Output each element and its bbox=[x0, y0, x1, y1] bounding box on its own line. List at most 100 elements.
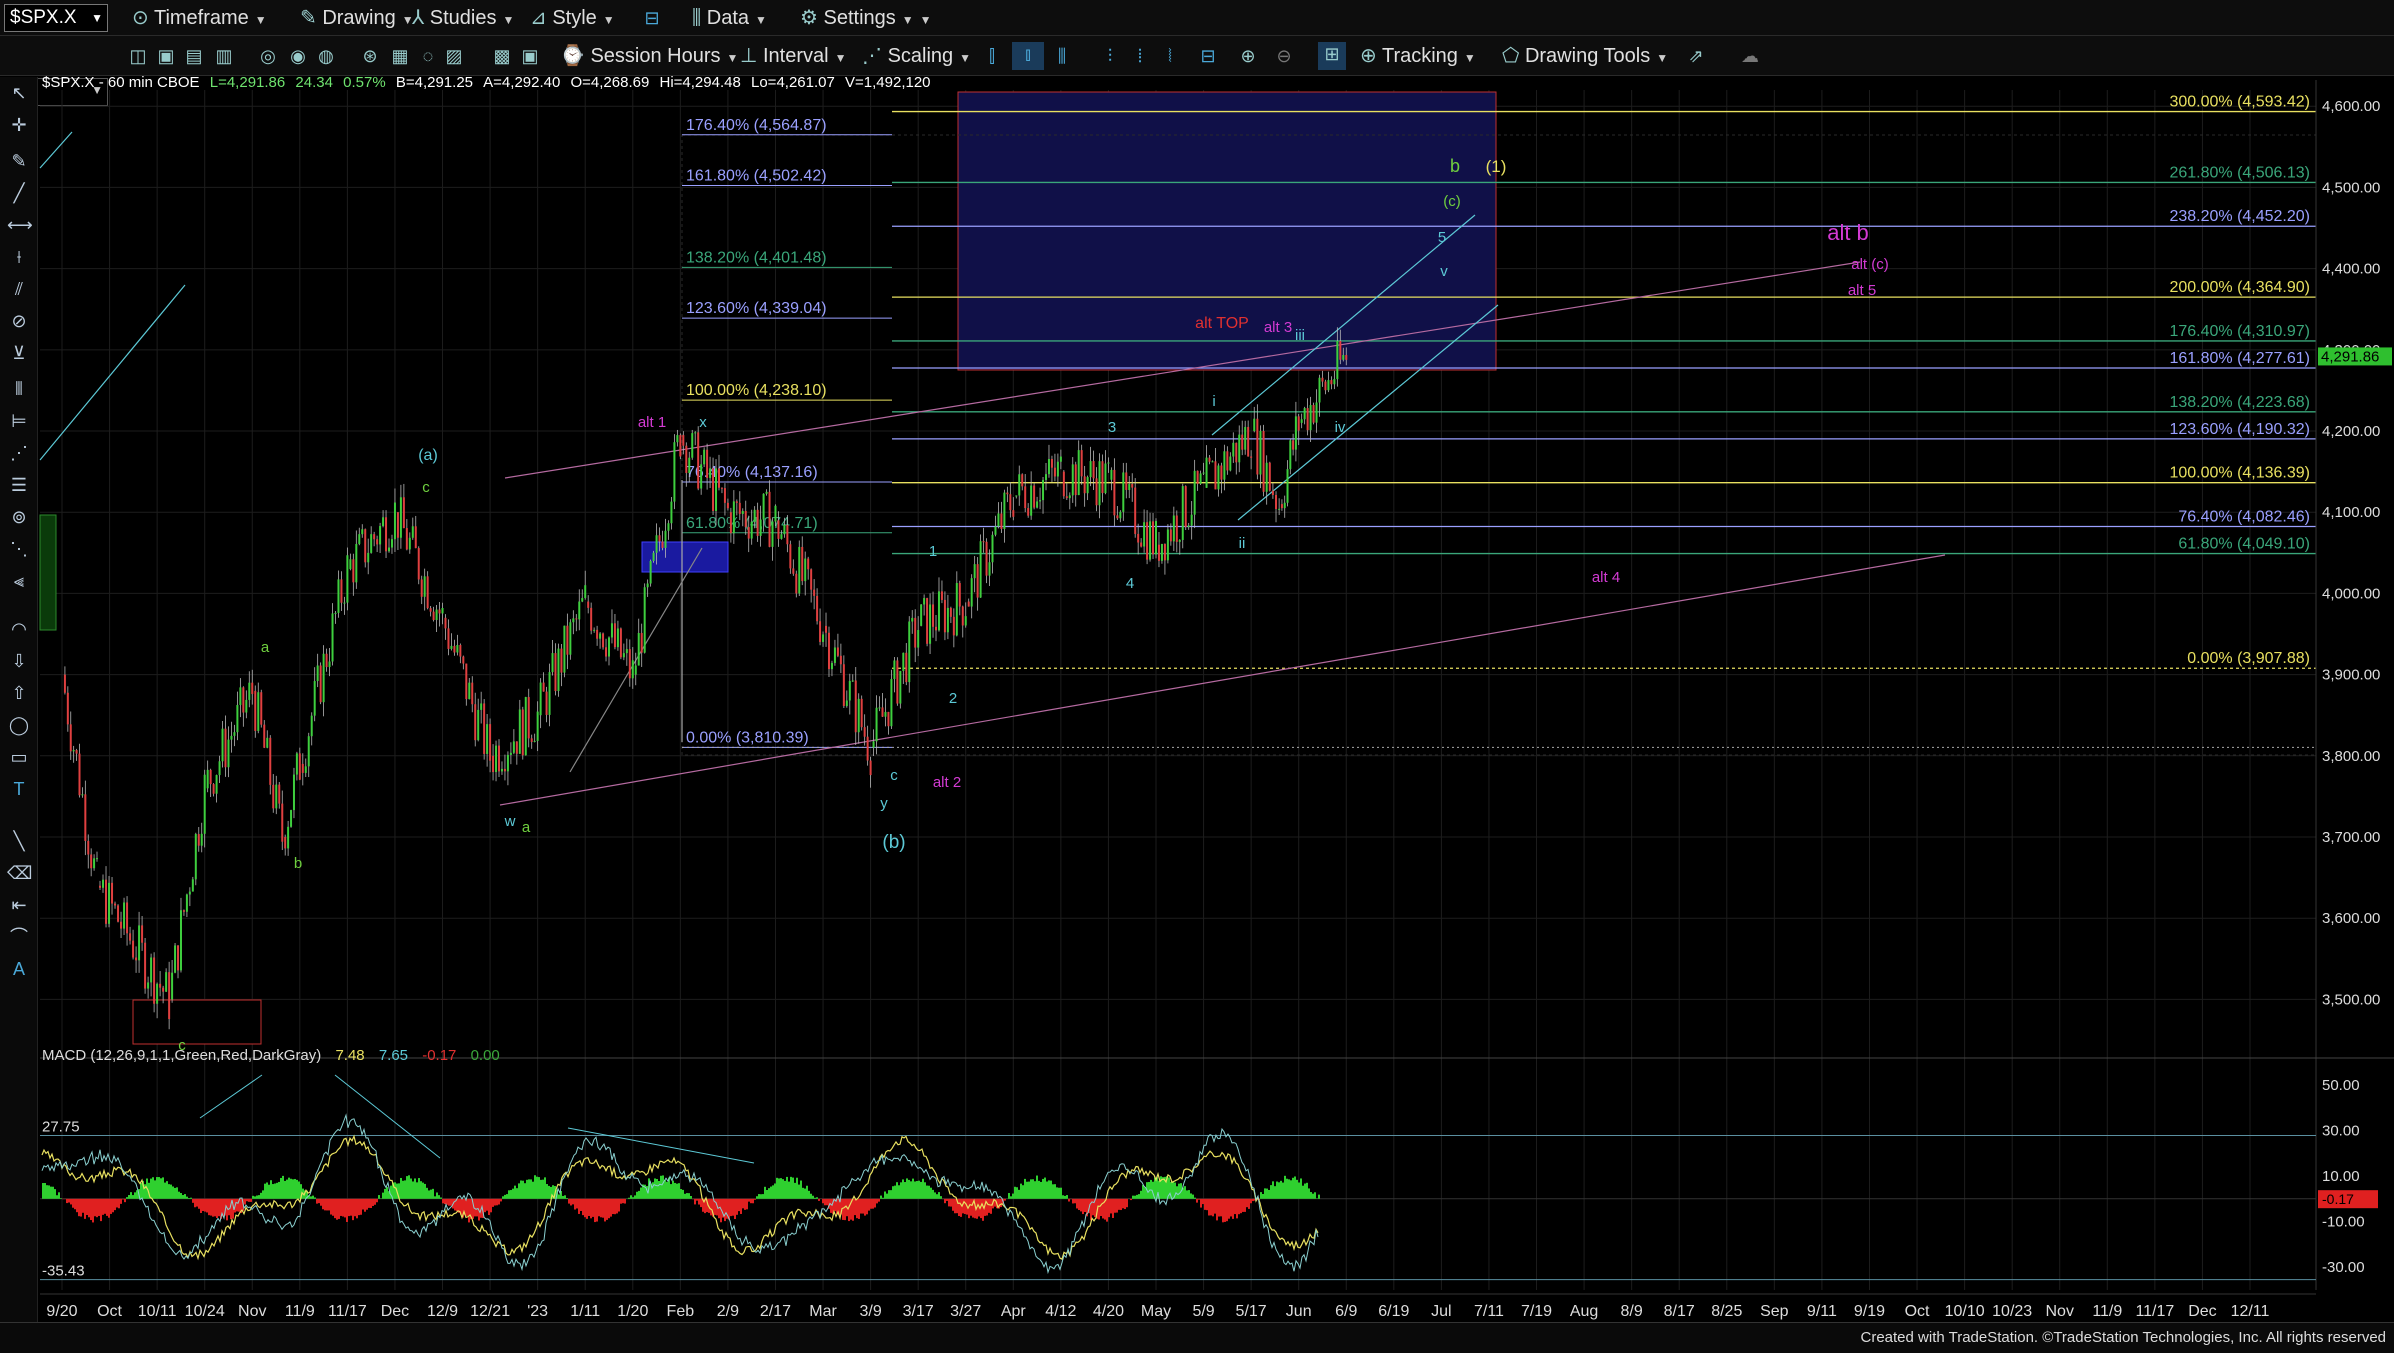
macd-hist-bar bbox=[1120, 1198, 1122, 1211]
candle-body bbox=[215, 775, 218, 794]
candle-body bbox=[99, 885, 102, 888]
date-tick-label: 3/9 bbox=[859, 1303, 881, 1320]
candle-body bbox=[854, 680, 857, 733]
left-channel-top bbox=[39, 131, 73, 169]
candle-body bbox=[1229, 456, 1232, 471]
macd-hist-bar bbox=[54, 1189, 56, 1199]
candle-body bbox=[1143, 522, 1146, 547]
candle-body bbox=[284, 837, 287, 849]
macd-hist-bar bbox=[188, 1198, 190, 1199]
candle-body bbox=[878, 707, 881, 709]
macd-hist-bar bbox=[318, 1198, 320, 1204]
macd-hist-bar bbox=[694, 1198, 696, 1205]
macd-hist-bar bbox=[534, 1175, 536, 1199]
macd-hist-bar bbox=[592, 1198, 594, 1217]
macd-hist-bar bbox=[1214, 1198, 1216, 1214]
candle-body bbox=[328, 661, 331, 668]
candle-body bbox=[123, 902, 126, 929]
candle-body bbox=[738, 502, 741, 514]
candle-body bbox=[1074, 464, 1077, 496]
candle-body bbox=[87, 840, 90, 855]
candle-body bbox=[935, 626, 938, 631]
macd-hist-bar bbox=[440, 1197, 442, 1199]
candle-body bbox=[78, 753, 81, 796]
candle-body bbox=[780, 534, 783, 539]
candle-body bbox=[1027, 508, 1030, 516]
candle-body bbox=[438, 609, 441, 614]
macd-hist-bar bbox=[490, 1198, 492, 1213]
macd-hist-bar bbox=[872, 1198, 874, 1209]
candle-body bbox=[1086, 477, 1089, 494]
candle-body bbox=[688, 457, 691, 473]
macd-hist-bar bbox=[930, 1187, 932, 1199]
macd-hist-bar bbox=[518, 1183, 520, 1199]
macd-hist-bar bbox=[284, 1180, 286, 1199]
candle-body bbox=[1116, 515, 1119, 519]
macd-hist-bar bbox=[1224, 1198, 1226, 1222]
macd-hist-bar bbox=[874, 1198, 876, 1208]
candle-body bbox=[932, 604, 935, 627]
macd-hist-bar bbox=[1016, 1187, 1018, 1199]
candle-body bbox=[420, 579, 423, 597]
candle-body bbox=[1012, 510, 1015, 517]
candle-body bbox=[694, 432, 697, 434]
candle-body bbox=[1294, 416, 1297, 450]
price-chart[interactable]: 176.40% (4,564.87) 161.80% (4,502.42) 138.… bbox=[0, 0, 2394, 1322]
price-axis: 4,600.004,500.004,400.004,300.004,200.00… bbox=[2315, 80, 2392, 1290]
macd-hist-bar bbox=[1040, 1181, 1042, 1199]
candle-body bbox=[1321, 377, 1324, 382]
candle-body bbox=[480, 703, 483, 710]
date-axis: 9/20 Oct 10/11 10/24 Nov 11/9 11/17 Dec 12/9 12/2… bbox=[40, 1293, 2316, 1320]
macd-hist-bar bbox=[814, 1197, 816, 1199]
candle-body bbox=[1309, 405, 1312, 431]
candle-body bbox=[869, 760, 872, 776]
macd-hist-bar bbox=[584, 1198, 586, 1218]
candle-body bbox=[1068, 495, 1071, 499]
macd-hist-bar bbox=[1192, 1194, 1194, 1199]
macd-hist-bar bbox=[406, 1176, 408, 1199]
macd-panel: 50.00 30.00 10.00 -10.00 -30.00 27.75 -35.43 -0… bbox=[40, 1057, 2394, 1281]
candle-body bbox=[1199, 473, 1202, 484]
macd-hist-bar bbox=[444, 1198, 446, 1205]
candle-body bbox=[1259, 430, 1262, 475]
date-tick-label: 4/20 bbox=[1093, 1303, 1124, 1320]
wave-label: x bbox=[699, 414, 707, 431]
candle-body bbox=[958, 583, 961, 607]
macd-hist-bar bbox=[1114, 1198, 1116, 1213]
candle-body bbox=[165, 972, 168, 992]
macd-hist-bar bbox=[56, 1195, 58, 1199]
macd-hist-bar bbox=[342, 1198, 344, 1217]
macd-header: MACD (12,26,9,1,1,Green,Red,DarkGray) 7.… bbox=[42, 1047, 500, 1064]
macd-hist-bar bbox=[780, 1178, 782, 1199]
macd-hist-bar bbox=[678, 1183, 680, 1199]
macd-hist-bar bbox=[196, 1198, 198, 1207]
macd-hist-bar bbox=[742, 1198, 744, 1209]
macd-hist-bar bbox=[236, 1198, 238, 1212]
candle-body bbox=[804, 558, 807, 582]
macd-hist-bar bbox=[1232, 1198, 1234, 1219]
macd-hist-bar bbox=[1112, 1198, 1114, 1218]
candle-body bbox=[685, 445, 688, 473]
candle-body bbox=[1160, 543, 1163, 561]
macd-hist-bar bbox=[522, 1180, 524, 1199]
candle-body bbox=[631, 660, 634, 679]
macd-hist-bar bbox=[602, 1198, 604, 1218]
macd-hist-bar bbox=[600, 1198, 602, 1218]
price-tick-label: 3,800.00 bbox=[2322, 748, 2380, 765]
macd-axis-label: -30.00 bbox=[2322, 1259, 2365, 1276]
candle-body bbox=[1033, 485, 1036, 508]
candle-body bbox=[316, 665, 319, 682]
candle-body bbox=[390, 539, 393, 548]
macd-hist-bar bbox=[888, 1190, 890, 1199]
macd-hist-bar bbox=[102, 1198, 104, 1215]
macd-hist-bar bbox=[528, 1179, 530, 1199]
macd-hist-bar bbox=[192, 1198, 194, 1203]
macd-hist-bar bbox=[1046, 1181, 1048, 1199]
candle-body bbox=[1324, 381, 1327, 391]
macd-hist-bar bbox=[446, 1198, 448, 1205]
candle-body bbox=[1205, 457, 1208, 488]
candle-body bbox=[1312, 405, 1315, 423]
macd-hist-bar bbox=[862, 1198, 864, 1214]
candle-body bbox=[1137, 533, 1140, 543]
macd-hist-bar bbox=[906, 1178, 908, 1199]
